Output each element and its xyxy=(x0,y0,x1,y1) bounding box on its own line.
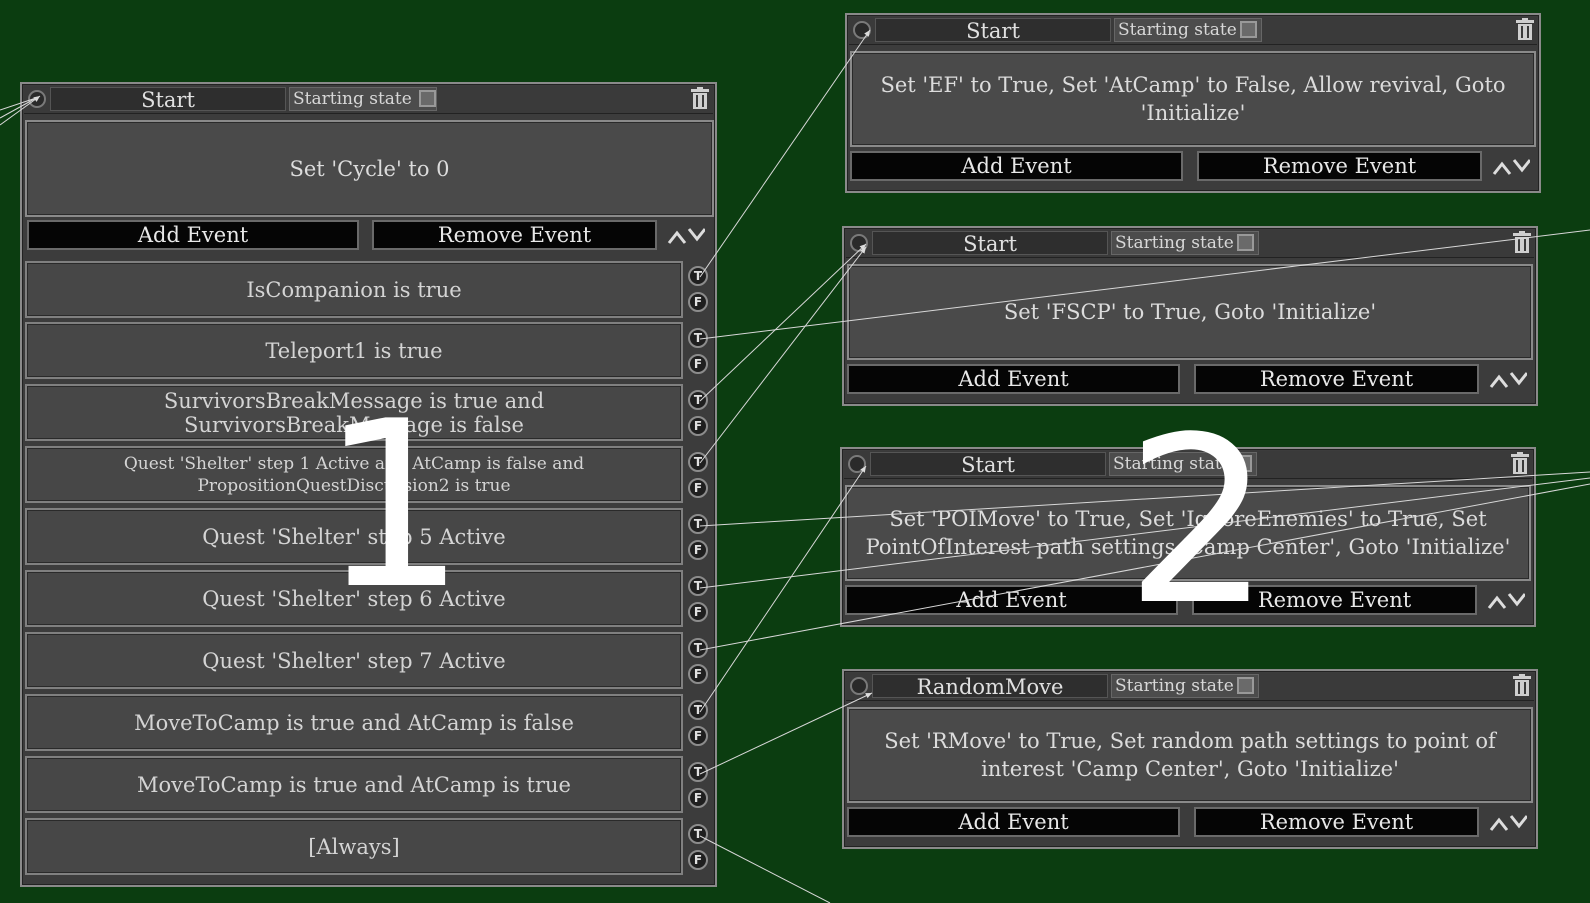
event-row-movetocamp-true[interactable]: MoveToCamp is true and AtCamp is true xyxy=(25,756,683,813)
true-connector[interactable]: T xyxy=(688,576,708,596)
reorder-arrows[interactable] xyxy=(1489,810,1527,834)
trash-icon[interactable] xyxy=(690,87,710,110)
true-connector[interactable]: T xyxy=(688,266,708,286)
input-connector[interactable] xyxy=(28,90,46,108)
starting-state-checkbox[interactable] xyxy=(419,90,436,107)
node-title[interactable]: Start xyxy=(50,87,286,111)
false-connector[interactable]: F xyxy=(688,540,708,560)
node-title[interactable]: Start xyxy=(870,452,1106,476)
false-connector[interactable]: F xyxy=(688,354,708,374)
input-connector[interactable] xyxy=(853,21,871,39)
node-header: RandomMove Starting state xyxy=(846,673,1534,701)
remove-event-button[interactable]: Remove Event xyxy=(1194,807,1479,837)
main-node-header: Start Starting state xyxy=(24,86,713,114)
event-row-always[interactable]: [Always] xyxy=(25,818,683,875)
action-box[interactable]: Set 'EF' to True, Set 'AtCamp' to False,… xyxy=(850,51,1536,147)
false-connector[interactable]: F xyxy=(688,416,708,436)
state-node-ef: Start Starting state Set 'EF' to True, S… xyxy=(845,13,1541,193)
remove-event-button[interactable]: Remove Event xyxy=(372,220,657,250)
false-connector[interactable]: F xyxy=(688,292,708,312)
true-connector[interactable]: T xyxy=(688,514,708,534)
input-connector[interactable] xyxy=(850,234,868,252)
false-connector[interactable]: F xyxy=(688,788,708,808)
node-header: Start Starting state xyxy=(846,230,1534,258)
true-connector[interactable]: T xyxy=(688,700,708,720)
node-title[interactable]: RandomMove xyxy=(872,674,1108,698)
true-connector[interactable]: T xyxy=(688,824,708,844)
false-connector[interactable]: F xyxy=(688,664,708,684)
action-box[interactable]: Set 'FSCP' to True, Goto 'Initialize' xyxy=(847,264,1533,360)
add-event-button[interactable]: Add Event xyxy=(847,807,1180,837)
trash-icon[interactable] xyxy=(1512,674,1532,697)
event-row-teleport1[interactable]: Teleport1 is true xyxy=(25,322,683,379)
reorder-arrows[interactable] xyxy=(1487,588,1525,612)
node-header: Start Starting state xyxy=(849,17,1537,45)
event-row-movetocamp-false[interactable]: MoveToCamp is true and AtCamp is false xyxy=(25,694,683,751)
input-connector[interactable] xyxy=(848,455,866,473)
wire-always xyxy=(699,835,831,903)
trash-icon[interactable] xyxy=(1512,231,1532,254)
trash-icon[interactable] xyxy=(1510,452,1530,475)
action-box[interactable]: Set 'Cycle' to 0 xyxy=(25,120,714,217)
starting-state-checkbox[interactable] xyxy=(1237,677,1254,694)
trash-icon[interactable] xyxy=(1515,18,1535,41)
true-connector[interactable]: T xyxy=(688,762,708,782)
action-box[interactable]: Set 'RMove' to True, Set random path set… xyxy=(847,707,1533,803)
event-row-quest-step7[interactable]: Quest 'Shelter' step 7 Active xyxy=(25,632,683,689)
false-connector[interactable]: F xyxy=(688,478,708,498)
node-title[interactable]: Start xyxy=(872,231,1108,255)
true-connector[interactable]: T xyxy=(688,328,708,348)
reorder-arrows[interactable] xyxy=(667,223,705,247)
annotation-label-2: 2 xyxy=(1125,389,1272,656)
add-event-button[interactable]: Add Event xyxy=(850,151,1183,181)
input-connector[interactable] xyxy=(850,677,868,695)
annotation-label-1: 1 xyxy=(320,373,467,640)
node-title[interactable]: Start xyxy=(875,18,1111,42)
starting-state-label: Starting state xyxy=(289,87,437,111)
event-row-iscompanion[interactable]: IsCompanion is true xyxy=(25,261,683,318)
true-connector[interactable]: T xyxy=(688,390,708,410)
reorder-arrows[interactable] xyxy=(1492,154,1530,178)
true-connector[interactable]: T xyxy=(688,452,708,472)
starting-state-checkbox[interactable] xyxy=(1237,234,1254,251)
false-connector[interactable]: F xyxy=(688,850,708,870)
state-node-fscp: Start Starting state Set 'FSCP' to True,… xyxy=(842,226,1538,406)
state-node-randommove: RandomMove Starting state Set 'RMove' to… xyxy=(842,669,1538,849)
true-connector[interactable]: T xyxy=(688,638,708,658)
false-connector[interactable]: F xyxy=(688,602,708,622)
remove-event-button[interactable]: Remove Event xyxy=(1197,151,1482,181)
false-connector[interactable]: F xyxy=(688,726,708,746)
starting-state-checkbox[interactable] xyxy=(1240,21,1257,38)
reorder-arrows[interactable] xyxy=(1489,367,1527,391)
add-event-button[interactable]: Add Event xyxy=(27,220,359,250)
